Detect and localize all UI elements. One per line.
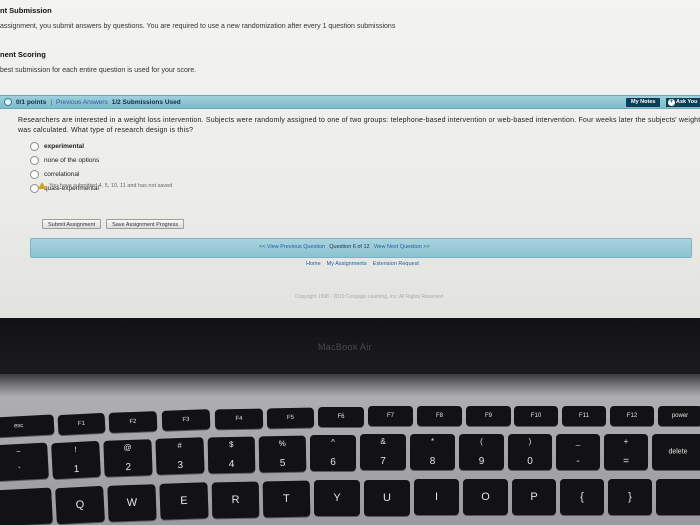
option-label: experimental xyxy=(44,142,85,150)
key-7[interactable]: & 7 xyxy=(360,434,406,470)
key-open-brace[interactable]: { xyxy=(560,479,604,515)
assignment-actions: Submit Assignment Save Assignment Progre… xyxy=(42,219,185,229)
key-u[interactable]: U xyxy=(364,480,410,516)
key-0[interactable]: ) 0 xyxy=(508,434,552,470)
submissions-used-label: 1/2 Submissions Used xyxy=(111,98,181,106)
ask-teacher-label: Ask You xyxy=(676,99,698,105)
key-f8[interactable]: F8 xyxy=(417,406,462,426)
key-p[interactable]: P xyxy=(512,479,556,515)
scoring-description: best submission for each entire question… xyxy=(0,67,197,74)
laptop-brand-label: MacBook Air xyxy=(318,342,372,352)
key-esc[interactable]: esc xyxy=(0,414,55,438)
key-f12[interactable]: F12 xyxy=(610,406,654,426)
key-f7[interactable]: F7 xyxy=(368,406,413,426)
key-2[interactable]: @2 xyxy=(103,439,153,477)
key-t[interactable]: T xyxy=(262,480,311,518)
unsaved-warning: You have submitted 4, 5, 10, 11 and has … xyxy=(38,182,172,189)
key-f5[interactable]: F5 xyxy=(266,407,315,429)
key-o[interactable]: O xyxy=(463,479,508,515)
key-8[interactable]: * 8 xyxy=(410,434,455,470)
question-position: Question 6 of 12 xyxy=(329,244,370,250)
previous-question-link[interactable]: << View Previous Question xyxy=(259,244,325,250)
keyboard: esc F1 F2 F3 F4 F5 F6 F7 F8 F9 F10 F11 F… xyxy=(0,396,700,525)
question-header: 0/1 points | Previous Answers 1/2 Submis… xyxy=(0,95,700,109)
key-tab[interactable] xyxy=(0,487,53,525)
radio-button[interactable] xyxy=(30,169,39,179)
extension-request-link[interactable]: Extension Request xyxy=(373,261,419,267)
key-delete[interactable]: delete xyxy=(652,434,700,470)
my-notes-button[interactable]: My Notes xyxy=(626,98,661,107)
submit-assignment-button[interactable]: Submit Assignment xyxy=(42,219,102,229)
points-label: 0/1 points xyxy=(16,98,47,106)
previous-answers-link[interactable]: Previous Answers xyxy=(56,99,108,106)
my-assignments-link[interactable]: My Assignments xyxy=(327,261,367,267)
key-q[interactable]: Q xyxy=(55,485,105,525)
submission-description: assignment, you submit answers by questi… xyxy=(0,23,396,30)
warning-text: You have submitted 4, 5, 10, 11 and has … xyxy=(49,182,173,189)
key-r[interactable]: R xyxy=(211,481,260,519)
browser-screen: nt Submission assignment, you submit ans… xyxy=(0,0,700,318)
option-none[interactable]: none of the options xyxy=(30,153,99,167)
key-tilde[interactable]: ~ ` xyxy=(0,442,49,482)
key-9[interactable]: (9 xyxy=(459,434,504,470)
key-f6[interactable]: F6 xyxy=(318,407,364,427)
points-toggle-icon[interactable] xyxy=(4,98,12,106)
radio-button[interactable] xyxy=(30,141,39,151)
option-correlational[interactable]: correlational xyxy=(30,167,99,181)
warning-icon xyxy=(38,182,46,189)
key-power[interactable]: power xyxy=(658,406,700,426)
key-f2[interactable]: F2 xyxy=(108,411,158,433)
ask-teacher-button[interactable]: + Ask You xyxy=(666,98,700,107)
option-experimental[interactable]: experimental xyxy=(30,139,99,153)
scoring-heading: nent Scoring xyxy=(0,50,46,59)
key-minus[interactable]: _ - xyxy=(556,434,600,470)
key-6[interactable]: ^ 6 xyxy=(310,435,356,471)
question-navigation-bar: << View Previous Question Question 6 of … xyxy=(30,238,692,258)
key-y[interactable]: Y xyxy=(314,480,360,516)
option-label: correlational xyxy=(44,170,80,178)
key-f9[interactable]: F9 xyxy=(466,406,511,426)
radio-button[interactable] xyxy=(30,155,39,165)
copyright-text: Copyright 1998 - 2019 Cengage Learning, … xyxy=(295,294,443,300)
key-w[interactable]: W xyxy=(107,484,157,522)
footer-links: Home My Assignments Extension Request xyxy=(306,261,419,267)
header-separator: | xyxy=(50,98,53,106)
key-4[interactable]: $4 xyxy=(207,436,256,474)
plus-icon: + xyxy=(668,99,675,106)
option-label: none of the options xyxy=(44,156,100,164)
key-backslash[interactable] xyxy=(656,479,700,515)
laptop-hinge xyxy=(0,374,700,396)
submission-heading: nt Submission xyxy=(0,6,52,15)
key-equals[interactable]: + = xyxy=(604,434,648,470)
key-e[interactable]: E xyxy=(159,482,209,520)
home-link[interactable]: Home xyxy=(306,261,321,267)
key-f4[interactable]: F4 xyxy=(214,408,264,430)
key-close-brace[interactable]: } xyxy=(608,479,652,515)
key-1[interactable]: ! 1 xyxy=(51,440,101,480)
key-f1[interactable]: F1 xyxy=(57,412,106,436)
key-f10[interactable]: F10 xyxy=(514,406,558,426)
key-3[interactable]: #3 xyxy=(155,437,205,475)
save-progress-button[interactable]: Save Assignment Progress xyxy=(106,219,185,229)
key-i[interactable]: I xyxy=(414,479,459,515)
question-text: Researchers are interested in a weight l… xyxy=(18,117,700,134)
key-f11[interactable]: F11 xyxy=(562,406,606,426)
key-f3[interactable]: F3 xyxy=(161,409,211,431)
key-5[interactable]: % 5 xyxy=(258,435,307,473)
next-question-link[interactable]: View Next Question >> xyxy=(374,244,430,250)
